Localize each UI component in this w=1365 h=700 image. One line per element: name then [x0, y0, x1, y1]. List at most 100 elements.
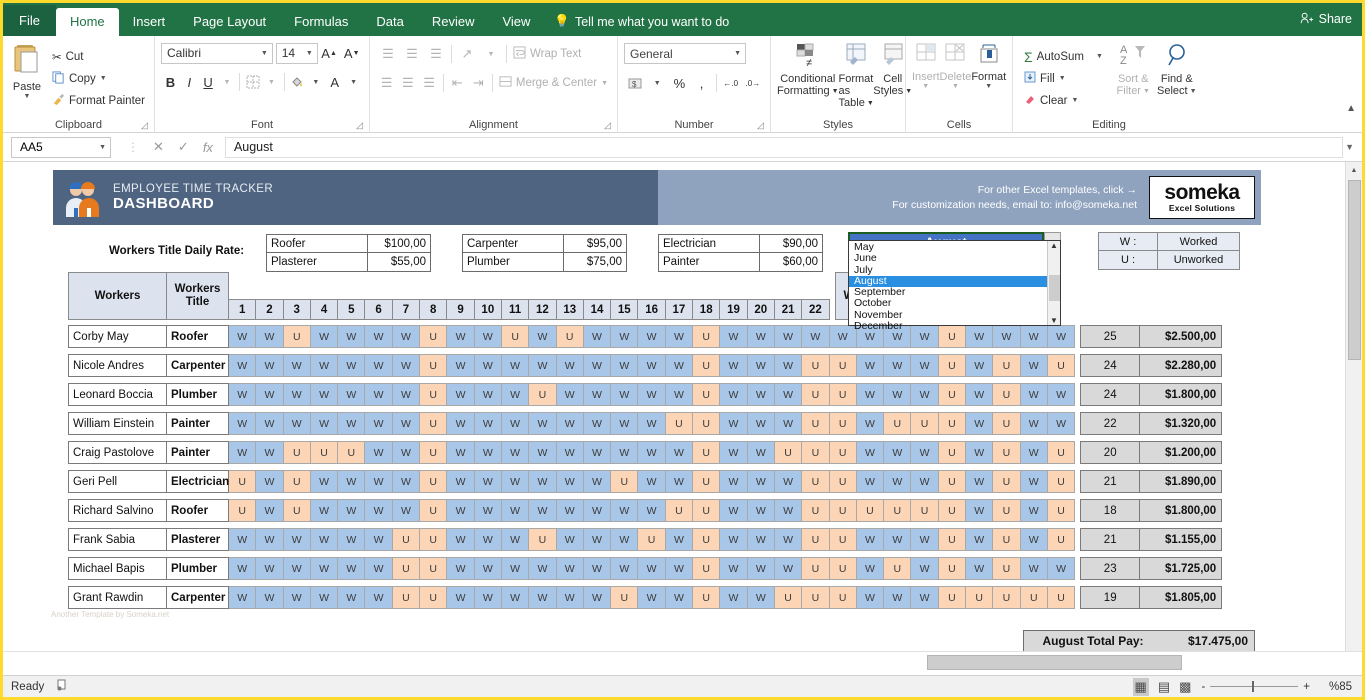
worker-name[interactable]: Nicole Andres: [68, 354, 167, 377]
day-status-cell[interactable]: W: [392, 325, 421, 348]
day-status-cell[interactable]: W: [392, 354, 421, 377]
day-status-cell[interactable]: W: [474, 499, 502, 522]
day-status-cell[interactable]: W: [365, 586, 393, 609]
day-status-cell[interactable]: W: [256, 499, 284, 522]
day-status-cell[interactable]: W: [856, 557, 885, 580]
day-status-cell[interactable]: U: [938, 412, 967, 435]
vertical-scroll-thumb[interactable]: [1348, 180, 1361, 360]
tab-formulas[interactable]: Formulas: [280, 8, 362, 36]
day-status-cell[interactable]: W: [884, 441, 912, 464]
worker-name[interactable]: Michael Bapis: [68, 557, 167, 580]
day-status-cell[interactable]: W: [529, 470, 557, 493]
zoom-handle[interactable]: [1252, 681, 1255, 692]
wrap-text-button[interactable]: Wrap Text: [510, 43, 584, 65]
day-status-cell[interactable]: W: [774, 412, 803, 435]
underline-button[interactable]: U: [199, 71, 218, 93]
day-status-cell[interactable]: W: [747, 412, 775, 435]
day-status-cell[interactable]: U: [420, 499, 448, 522]
day-status-cell[interactable]: U: [420, 441, 448, 464]
day-status-cell[interactable]: U: [993, 470, 1021, 493]
day-status-cell[interactable]: W: [365, 412, 393, 435]
day-status-cell[interactable]: W: [611, 441, 639, 464]
day-status-cell[interactable]: W: [774, 325, 803, 348]
zoom-out-button[interactable]: -: [1201, 681, 1205, 693]
day-status-cell[interactable]: W: [392, 412, 421, 435]
tab-view[interactable]: View: [488, 8, 544, 36]
day-status-cell[interactable]: U: [283, 325, 311, 348]
day-status-cell[interactable]: W: [229, 441, 257, 464]
copy-button[interactable]: Copy ▼: [49, 68, 148, 90]
day-status-cell[interactable]: W: [501, 441, 530, 464]
worker-title[interactable]: Carpenter: [167, 354, 229, 377]
format-cells-dropdown-icon[interactable]: ▼: [985, 83, 992, 90]
day-status-cell[interactable]: W: [447, 499, 475, 522]
conditional-formatting-button[interactable]: ≠ Conditional Formatting ▼: [777, 40, 839, 117]
day-status-cell[interactable]: W: [966, 557, 994, 580]
day-status-cell[interactable]: W: [1047, 325, 1076, 348]
day-status-cell[interactable]: W: [556, 528, 584, 551]
borders-dropdown-icon[interactable]: ▼: [262, 71, 281, 93]
tell-me-box[interactable]: 💡 Tell me what you want to do: [544, 8, 739, 36]
alignment-dialog-launcher[interactable]: ◿: [604, 121, 613, 130]
rate-value[interactable]: $60,00: [760, 253, 823, 272]
day-status-cell[interactable]: W: [884, 586, 912, 609]
day-status-cell[interactable]: W: [310, 383, 339, 406]
day-status-cell[interactable]: W: [720, 354, 748, 377]
day-status-cell[interactable]: W: [856, 383, 885, 406]
day-status-cell[interactable]: W: [310, 354, 339, 377]
day-status-cell[interactable]: U: [392, 528, 421, 551]
day-status-cell[interactable]: W: [747, 528, 775, 551]
day-status-cell[interactable]: U: [938, 557, 967, 580]
day-status-cell[interactable]: W: [256, 412, 284, 435]
worker-title[interactable]: Electrician: [167, 470, 229, 493]
day-status-cell[interactable]: W: [256, 470, 284, 493]
day-status-cell[interactable]: W: [774, 499, 803, 522]
scrollbar-thumb[interactable]: [1048, 275, 1060, 301]
day-status-cell[interactable]: W: [229, 586, 257, 609]
italic-button[interactable]: I: [180, 71, 199, 93]
zoom-track[interactable]: [1210, 681, 1299, 692]
day-status-cell[interactable]: U: [884, 499, 912, 522]
day-status-cell[interactable]: W: [474, 383, 502, 406]
worker-name[interactable]: William Einstein: [68, 412, 167, 435]
day-status-cell[interactable]: W: [365, 528, 393, 551]
day-status-cell[interactable]: W: [611, 499, 639, 522]
day-status-cell[interactable]: W: [611, 557, 639, 580]
delete-cells-dropdown-icon[interactable]: ▼: [952, 83, 959, 90]
day-status-cell[interactable]: U: [802, 441, 830, 464]
day-status-cell[interactable]: W: [638, 441, 666, 464]
day-status-cell[interactable]: W: [720, 528, 748, 551]
day-status-cell[interactable]: W: [310, 586, 339, 609]
day-status-cell[interactable]: W: [583, 383, 612, 406]
day-status-cell[interactable]: W: [365, 557, 393, 580]
number-format-dropdown-icon[interactable]: ▼: [734, 50, 741, 57]
day-status-cell[interactable]: U: [993, 557, 1021, 580]
day-status-cell[interactable]: W: [501, 557, 530, 580]
day-status-cell[interactable]: U: [611, 470, 639, 493]
day-status-cell[interactable]: W: [229, 354, 257, 377]
worker-name[interactable]: Leonard Boccia: [68, 383, 167, 406]
check-icon[interactable]: ✓: [178, 139, 189, 155]
day-status-cell[interactable]: W: [338, 470, 366, 493]
worker-name[interactable]: Geri Pell: [68, 470, 167, 493]
day-status-cell[interactable]: W: [229, 412, 257, 435]
day-status-cell[interactable]: W: [1020, 528, 1048, 551]
day-status-cell[interactable]: W: [747, 354, 775, 377]
day-status-cell[interactable]: U: [1047, 470, 1076, 493]
day-status-cell[interactable]: U: [283, 470, 311, 493]
day-status-cell[interactable]: W: [556, 470, 584, 493]
day-status-cell[interactable]: U: [993, 354, 1021, 377]
day-status-cell[interactable]: W: [310, 412, 339, 435]
day-status-cell[interactable]: U: [283, 441, 311, 464]
horizontal-scrollbar[interactable]: [63, 655, 1182, 670]
month-list-scrollbar[interactable]: ▲ ▼: [1047, 241, 1060, 325]
font-name-combo[interactable]: Calibri ▼: [161, 42, 273, 64]
insert-cells-dropdown-icon[interactable]: ▼: [922, 83, 929, 90]
day-status-cell[interactable]: W: [583, 557, 612, 580]
conditional-formatting-dropdown-icon[interactable]: ▼: [832, 88, 839, 95]
collapse-ribbon-button[interactable]: ▲: [1346, 103, 1356, 114]
day-status-cell[interactable]: W: [501, 412, 530, 435]
day-status-cell[interactable]: W: [747, 383, 775, 406]
day-status-cell[interactable]: W: [529, 412, 557, 435]
day-status-cell[interactable]: U: [392, 557, 421, 580]
